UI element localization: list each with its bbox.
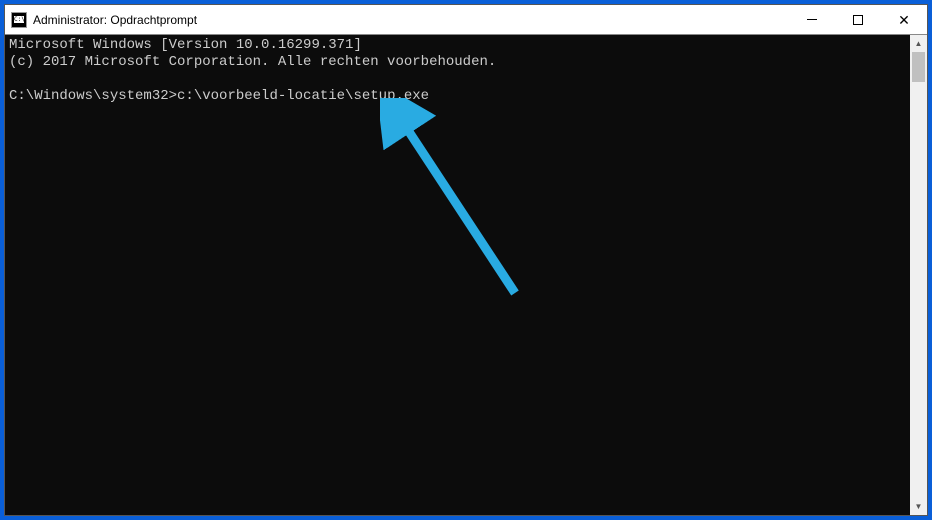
scroll-down-button[interactable]: ▼ (910, 498, 927, 515)
window-controls: ✕ (789, 5, 927, 34)
window-title: Administrator: Opdrachtprompt (33, 13, 789, 27)
maximize-button[interactable] (835, 5, 881, 34)
vertical-scrollbar[interactable]: ▲ ▼ (910, 35, 927, 515)
version-line: Microsoft Windows [Version 10.0.16299.37… (9, 37, 362, 53)
terminal-content[interactable]: Microsoft Windows [Version 10.0.16299.37… (5, 35, 910, 515)
close-icon: ✕ (898, 13, 910, 27)
scrollbar-track[interactable] (910, 52, 927, 498)
scroll-up-button[interactable]: ▲ (910, 35, 927, 52)
scrollbar-thumb[interactable] (912, 52, 925, 82)
minimize-button[interactable] (789, 5, 835, 34)
command-input: c:\voorbeeld-locatie\setup.exe (177, 88, 429, 104)
terminal-body: Microsoft Windows [Version 10.0.16299.37… (5, 35, 927, 515)
cmd-icon-text: C:\ (14, 16, 24, 23)
close-button[interactable]: ✕ (881, 5, 927, 34)
prompt-path: C:\Windows\system32> (9, 88, 177, 104)
cmd-icon: C:\ (11, 12, 27, 28)
titlebar[interactable]: C:\ Administrator: Opdrachtprompt ✕ (5, 5, 927, 35)
command-prompt-window: C:\ Administrator: Opdrachtprompt ✕ Micr… (4, 4, 928, 516)
maximize-icon (853, 15, 863, 25)
copyright-line: (c) 2017 Microsoft Corporation. Alle rec… (9, 54, 496, 70)
minimize-icon (807, 19, 817, 20)
